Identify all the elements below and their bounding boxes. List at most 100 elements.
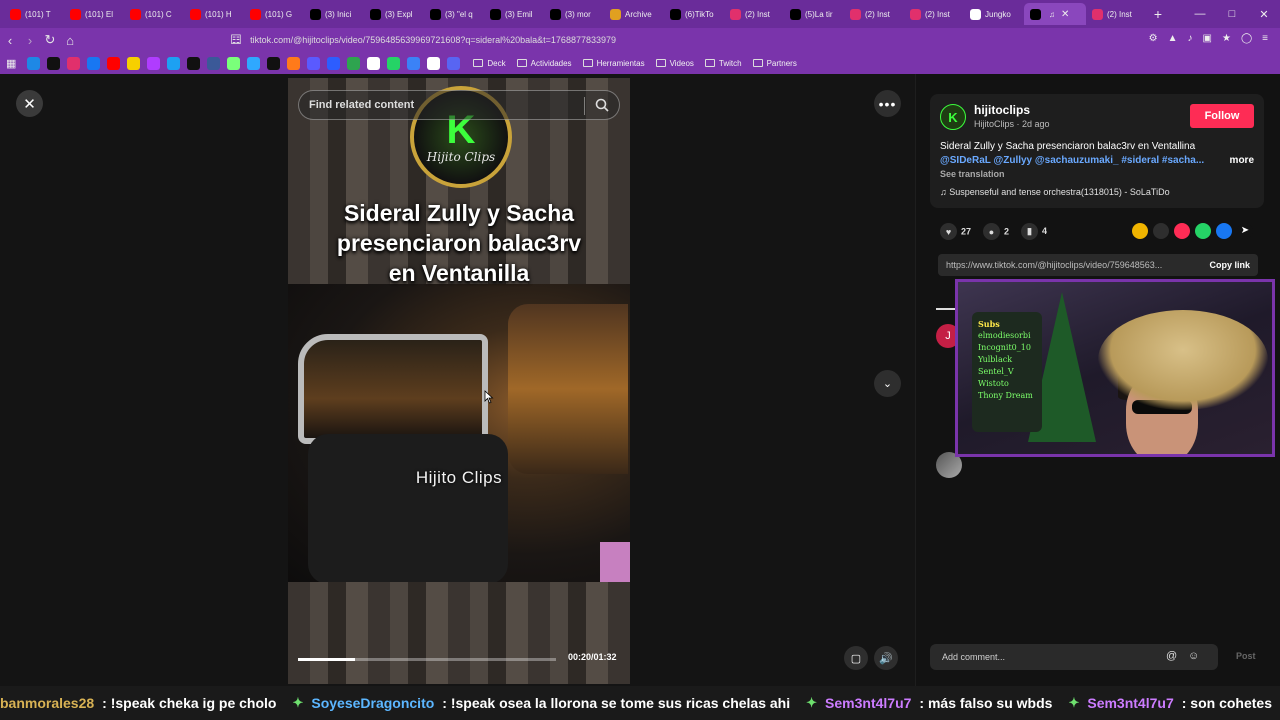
browser-tab[interactable]: Archive [604,3,664,25]
comment-icon[interactable]: ● [983,223,1001,240]
new-tab-icon[interactable]: + [1146,6,1170,22]
minimize-icon[interactable]: — [1184,0,1216,28]
browser-tab[interactable]: (2) Inst [724,3,784,25]
more-options-button[interactable]: ••• [874,90,901,117]
menu-icon[interactable]: ≡ [1262,33,1268,44]
bookmark-site-icon[interactable] [247,56,261,70]
embed-icon[interactable] [1153,223,1169,239]
back-icon[interactable]: ‹ [0,33,20,48]
browser-tab[interactable]: (101) C [124,3,184,25]
whatsapp-icon[interactable] [1195,223,1211,239]
bookmark-folder[interactable]: Deck [473,59,506,68]
browser-tab[interactable]: (5)La tir [784,3,844,25]
send-icon[interactable] [1174,223,1190,239]
bookmark-site-icon[interactable] [367,56,381,70]
author-username[interactable]: hijitoclips [974,103,1030,117]
video-player[interactable]: K Hijito Clips Sideral Zully y Sacha pre… [288,78,630,684]
author-avatar[interactable]: K [940,104,966,130]
search-placeholder[interactable]: Find related content [309,99,414,111]
video-link[interactable]: https://www.tiktok.com/@hijitoclips/vide… [946,260,1162,270]
like-stat[interactable]: ♥ 27 [940,223,971,240]
bookmark-site-icon[interactable] [107,56,121,70]
browser-tab[interactable]: (101) H [184,3,244,25]
reload-icon[interactable]: ↻ [40,32,60,48]
facebook-icon[interactable] [1216,223,1232,239]
browser-tab[interactable]: (2) Inst [1086,3,1146,25]
bookmark-site-icon[interactable] [407,56,421,70]
browser-tab[interactable]: ♫ ✕ [1024,3,1086,25]
bookmark-site-icon[interactable] [427,56,441,70]
bookmark-site-icon[interactable] [227,56,241,70]
bookmark-site-icon[interactable] [287,56,301,70]
url-text[interactable]: tiktok.com/@hijitoclips/video/7596485639… [250,35,616,45]
repost-icon[interactable] [1132,223,1148,239]
bookmark-site-icon[interactable] [267,56,281,70]
bookmark-site-icon[interactable] [187,56,201,70]
browser-tab[interactable]: (3) Emil [484,3,544,25]
emoji-icon[interactable]: ☺ [1188,650,1199,662]
maximize-icon[interactable]: □ [1216,0,1248,28]
browser-tab[interactable]: (3) "el q [424,3,484,25]
next-video-button[interactable]: ⌄ [874,370,901,397]
apps-icon[interactable]: ▦ [6,57,16,70]
post-button[interactable]: Post [1236,651,1256,661]
mention-icon[interactable]: @ [1166,650,1177,662]
extension-icon[interactable]: ◯ [1241,33,1252,44]
follow-button[interactable]: Follow [1190,104,1254,128]
close-window-icon[interactable]: ✕ [1248,0,1280,28]
extension-icon[interactable]: ▲ [1168,33,1178,44]
audio-icon[interactable]: ♫ [1049,10,1055,19]
video-progress-bar[interactable] [298,658,556,661]
extension-icon[interactable]: ⚙ [1149,33,1158,44]
browser-tab[interactable]: (101) El [64,3,124,25]
site-info-icon[interactable]: ☷ [232,35,240,46]
bookmark-site-icon[interactable] [47,56,61,70]
extension-icon[interactable]: ▣ [1203,33,1212,44]
music-title[interactable]: Suspenseful and tense orchestra(1318015)… [949,187,1169,197]
bookmark-site-icon[interactable] [127,56,141,70]
browser-tab[interactable]: (3) Inici [304,3,364,25]
bookmark-site-icon[interactable] [87,56,101,70]
browser-tab[interactable]: (101) T [4,3,64,25]
video-tags[interactable]: @SIDeRaL @Zullyy @sachauzumaki_ #sideral… [940,155,1204,166]
volume-button[interactable]: 🔊 [874,646,898,670]
copy-link-button[interactable]: Copy link [1209,260,1250,270]
url-field[interactable]: ☷ tiktok.com/@hijitoclips/video/75964856… [232,31,972,49]
bookmark-site-icon[interactable] [347,56,361,70]
bookmark-folder[interactable]: Herramientas [582,59,645,68]
save-stat[interactable]: ▮ 4 [1021,223,1047,240]
bookmark-site-icon[interactable] [167,56,181,70]
picture-in-picture-button[interactable]: ▢ [844,646,868,670]
more-link[interactable]: more [1230,155,1254,166]
search-icon[interactable] [595,98,609,112]
browser-tab[interactable]: (101) G [244,3,304,25]
close-tab-icon[interactable]: ✕ [1061,9,1069,20]
bookmark-folder[interactable]: Partners [752,59,797,68]
bookmark-site-icon[interactable] [447,56,461,70]
comment-placeholder[interactable]: Add comment... [942,652,1005,662]
browser-tab[interactable]: Jungko [964,3,1024,25]
comment-input[interactable]: Add comment... @ ☺ [930,644,1218,670]
forward-icon[interactable]: › [20,33,40,48]
bookmark-site-icon[interactable] [207,56,221,70]
bookmark-folder[interactable]: Actividades [516,59,572,68]
bookmark-save-icon[interactable]: ▮ [1021,223,1039,240]
browser-tab[interactable]: (6)TikTo [664,3,724,25]
browser-tab[interactable]: (3) Expl [364,3,424,25]
bookmark-site-icon[interactable] [387,56,401,70]
bookmark-site-icon[interactable] [27,56,41,70]
bookmark-site-icon[interactable] [67,56,81,70]
browser-tab[interactable]: (2) Inst [844,3,904,25]
bookmark-site-icon[interactable] [307,56,321,70]
bookmark-site-icon[interactable] [327,56,341,70]
extension-icon[interactable]: ♪ [1188,33,1193,44]
home-icon[interactable]: ⌂ [60,33,80,48]
bookmark-folder[interactable]: Twitch [704,59,742,68]
see-translation-link[interactable]: See translation [940,169,1005,179]
bookmark-site-icon[interactable] [147,56,161,70]
bookmark-folder[interactable]: Videos [655,59,694,68]
browser-tab[interactable]: (3) mor [544,3,604,25]
close-video-button[interactable]: ✕ [16,90,43,117]
heart-icon[interactable]: ♥ [940,223,957,240]
comment-stat[interactable]: ● 2 [983,223,1009,240]
